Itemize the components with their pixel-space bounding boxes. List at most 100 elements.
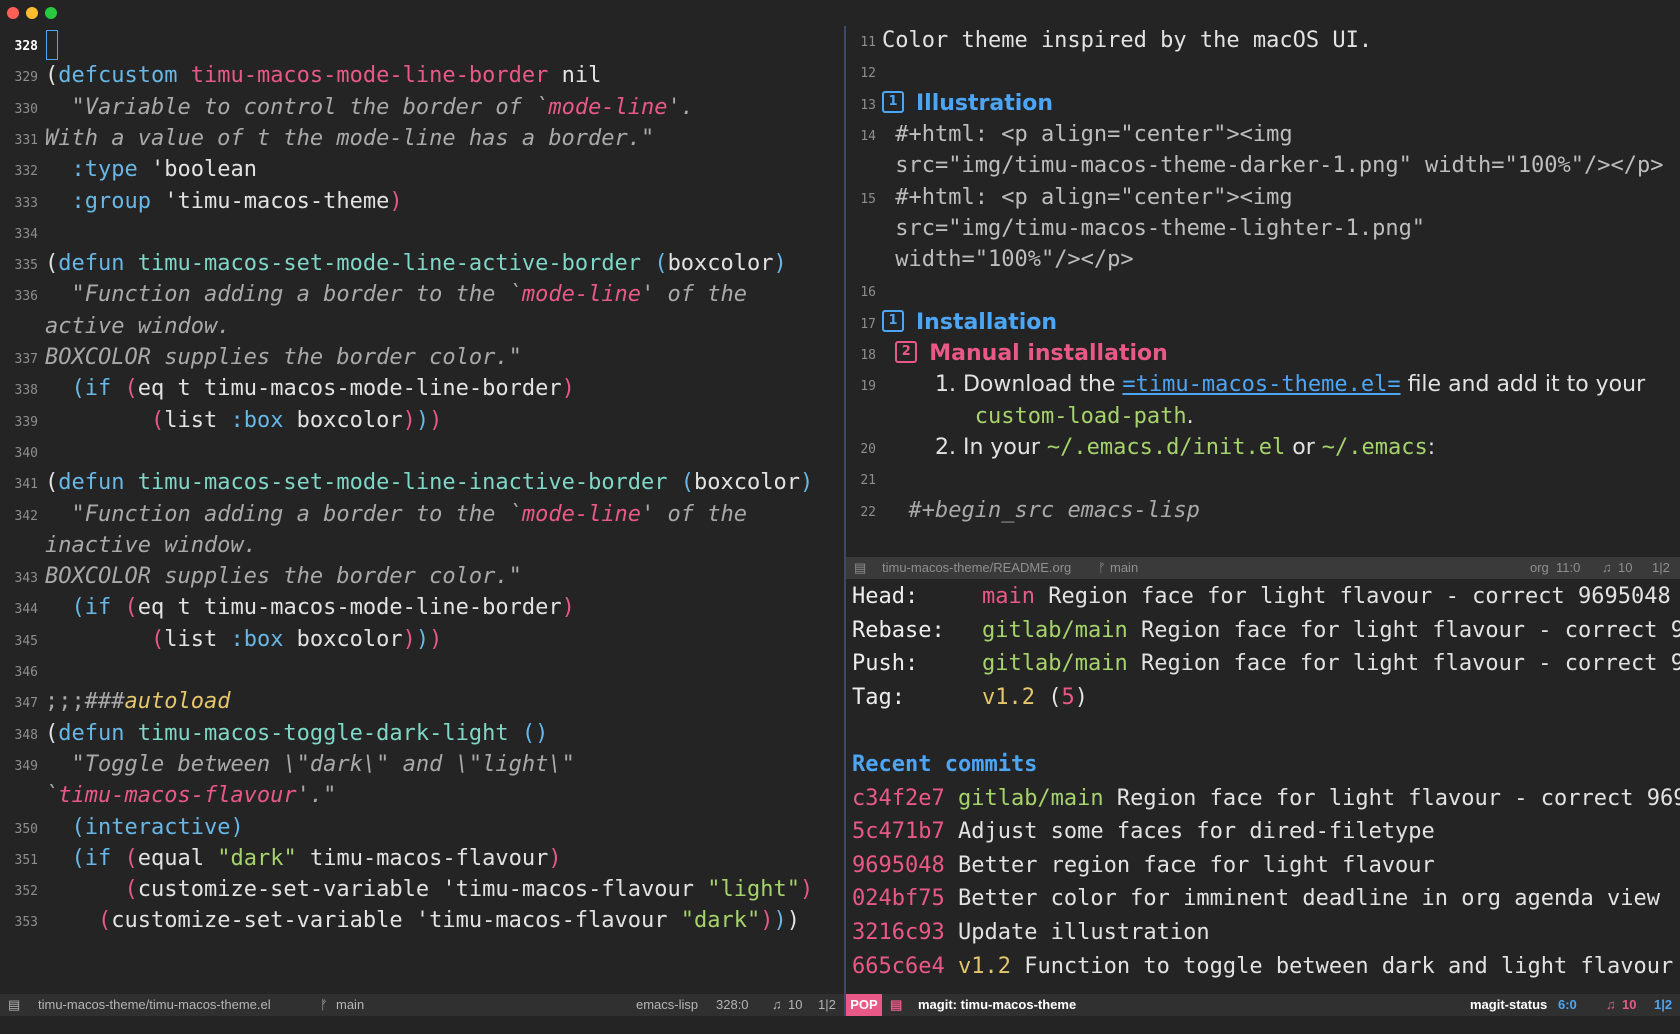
code-line[interactable]: 332 :type 'boolean — [0, 153, 844, 186]
line-number: 331 — [14, 132, 38, 148]
commit-hash[interactable]: 024bf75 — [852, 886, 945, 911]
code-line[interactable]: 350 (interactive) — [0, 811, 844, 844]
code-line[interactable]: 335 (defun timu-macos-set-mode-line-activ… — [0, 247, 844, 280]
zoom-window-icon[interactable] — [45, 7, 57, 19]
magit-header-row[interactable]: Push: gitlab/main Region face for light f… — [852, 647, 1680, 680]
magit-tag[interactable]: v1.2 — [982, 685, 1035, 710]
magit-ref[interactable]: main — [982, 584, 1035, 609]
commit-hash[interactable]: 3216c93 — [852, 920, 945, 945]
close-window-icon[interactable] — [7, 7, 19, 19]
org-modeline-count: 10 — [1618, 560, 1633, 575]
code-line[interactable]: 343 BOXCOLOR supplies the border color." — [0, 560, 844, 593]
magit-message: Region face for light flavour - correct … — [1127, 617, 1680, 643]
org-line[interactable]: 18 2 Manual installation — [846, 337, 1680, 370]
org-editor-pane[interactable]: 11 Color theme inspired by the macOS UI. 1… — [846, 22, 1680, 556]
org-text: custom-load-path. — [974, 403, 1194, 429]
commit-row[interactable]: 5c471b7 Adjust some faces for dired-file… — [852, 815, 1680, 848]
org-text: 2 Manual installation — [882, 337, 1168, 370]
commit-row[interactable]: 9695048 Better region face for light fla… — [852, 849, 1680, 882]
commit-message: Region face for light flavour - correct … — [1103, 785, 1680, 811]
org-line[interactable]: src="img/timu-macos-theme-darker-1.png" … — [846, 149, 1680, 182]
code-line[interactable]: 339 (list :box boxcolor))) — [0, 404, 844, 437]
org-text: 1. Download the =timu-macos-theme.el= fi… — [934, 372, 1646, 398]
minimize-window-icon[interactable] — [26, 7, 38, 19]
code-line[interactable]: 328 — [0, 28, 844, 61]
code-text: (defun timu-macos-toggle-dark-light () — [45, 720, 549, 746]
magit-ref[interactable]: gitlab/main — [982, 651, 1128, 676]
code-line[interactable]: 329 (defcustom timu-macos-mode-line-borde… — [0, 59, 844, 92]
magit-header-row[interactable]: Rebase: gitlab/main Region face for light… — [852, 614, 1680, 647]
code-line[interactable]: 330 "Variable to control the border of `… — [0, 91, 844, 124]
bell-icon: ♫ — [1602, 560, 1612, 575]
org-line[interactable]: 13 1 Illustration — [846, 87, 1680, 120]
code-line[interactable]: 348 (defun timu-macos-toggle-dark-light (… — [0, 717, 844, 750]
org-line[interactable]: custom-load-path. — [846, 400, 1680, 433]
code-line[interactable]: 344 (if (eq t timu-macos-mode-line-borde… — [0, 591, 844, 624]
org-line[interactable]: 22 #+begin_src emacs-lisp — [846, 494, 1680, 527]
code-line[interactable]: 334 — [0, 216, 844, 249]
org-text: Color theme inspired by the macOS UI. — [882, 28, 1373, 53]
magit-tag-row[interactable]: Tag: v1.2 (5) — [852, 681, 1680, 714]
commit-row[interactable]: 3216c93 Update illustration — [852, 916, 1680, 949]
code-line[interactable]: 347 ;;;###autoload — [0, 685, 844, 718]
commit-hash[interactable]: 665c6e4 — [852, 954, 945, 979]
org-line[interactable]: width="100%"/></p> — [846, 243, 1680, 276]
recent-commits-heading[interactable]: Recent commits — [852, 752, 1037, 777]
code-text: (if (equal "dark" timu-macos-flavour) — [71, 845, 562, 871]
magit-header-row[interactable]: Head: main Region face for light flavour … — [852, 580, 1680, 613]
org-text: #+html: <p align="center"><img — [895, 184, 1293, 210]
magit-ref[interactable]: gitlab/main — [982, 618, 1128, 643]
code-line[interactable]: 331 With a value of t the mode-line has a… — [0, 122, 844, 155]
org-line[interactable]: src="img/timu-macos-theme-lighter-1.png" — [846, 212, 1680, 245]
code-line[interactable]: 353 (customize-set-variable 'timu-macos-… — [0, 904, 844, 937]
org-line[interactable]: 14 #+html: <p align="center"><img — [846, 118, 1680, 151]
code-line[interactable]: 345 (list :box boxcolor))) — [0, 623, 844, 656]
line-number: 347 — [14, 696, 38, 712]
org-line[interactable]: 11 Color theme inspired by the macOS UI. — [846, 24, 1680, 57]
code-line[interactable]: 333 :group 'timu-macos-theme) — [0, 185, 844, 218]
code-line[interactable]: 340 — [0, 435, 844, 468]
magit-section-title[interactable]: Recent commits — [852, 748, 1680, 781]
code-text: (customize-set-variable 'timu-macos-flav… — [97, 908, 801, 934]
magit-status-pane[interactable]: Head: main Region face for light flavour … — [846, 580, 1680, 994]
code-line[interactable]: 341 (defun timu-macos-set-mode-line-inact… — [0, 466, 844, 499]
commit-ref[interactable]: v1.2 — [945, 954, 1011, 979]
code-line[interactable]: 342 "Function adding a border to the `mo… — [0, 498, 844, 531]
code-line[interactable]: 336 "Function adding a border to the `mo… — [0, 278, 844, 311]
commit-ref[interactable]: gitlab/main — [945, 786, 1104, 811]
org-line[interactable]: 12 — [846, 55, 1680, 88]
line-number: 17 — [860, 316, 876, 332]
code-line[interactable]: inactive window. — [0, 529, 844, 562]
commit-message: Adjust some faces for dired-filetype — [944, 819, 1435, 845]
org-line[interactable]: 20 2. In your ~/.emacs.d/init.el or ~/.e… — [846, 431, 1680, 464]
code-line[interactable]: 351 (if (equal "dark" timu-macos-flavour… — [0, 842, 844, 875]
org-line[interactable]: 17 1 Installation — [846, 306, 1680, 339]
org-line[interactable]: 15 #+html: <p align="center"><img — [846, 181, 1680, 214]
commit-row[interactable]: 024bf75 Better color for imminent deadli… — [852, 882, 1680, 915]
org-line[interactable]: 19 1. Download the =timu-macos-theme.el=… — [846, 368, 1680, 401]
org-modeline-branch: main — [1110, 560, 1139, 575]
commit-row[interactable]: c34f2e7 gitlab/main Region face for ligh… — [852, 782, 1680, 815]
elisp-editor-pane[interactable]: 328 329 (defcustom timu-macos-mode-line-bo… — [0, 26, 844, 994]
magit-modeline-position: 6:0 — [1558, 997, 1577, 1012]
magit-mode-line: POP ▤ magit: timu-macos-theme magit-stat… — [846, 994, 1680, 1016]
org-text: src="img/timu-macos-theme-darker-1.png" … — [895, 153, 1664, 179]
code-line[interactable]: 338 (if (eq t timu-macos-mode-line-borde… — [0, 372, 844, 405]
code-line[interactable]: 352 (customize-set-variable 'timu-macos-… — [0, 873, 844, 906]
commit-hash[interactable]: c34f2e7 — [852, 786, 945, 811]
org-modeline-mode: org — [1530, 560, 1549, 575]
code-line[interactable]: 349 "Toggle between \"dark\" and \"light… — [0, 748, 844, 781]
code-text: (customize-set-variable 'timu-macos-flav… — [124, 877, 814, 903]
org-modeline-position: 11:0 — [1556, 560, 1581, 575]
code-line[interactable]: 337 BOXCOLOR supplies the border color." — [0, 341, 844, 374]
code-text: (list :box boxcolor))) — [150, 626, 443, 652]
org-line[interactable]: 21 — [846, 462, 1680, 495]
code-line[interactable]: active window. — [0, 310, 844, 343]
paren: ) — [1074, 684, 1088, 710]
code-line[interactable]: `timu-macos-flavour'." — [0, 779, 844, 812]
commit-hash[interactable]: 9695048 — [852, 853, 945, 878]
org-line[interactable]: 16 — [846, 274, 1680, 307]
code-line[interactable]: 346 — [0, 654, 844, 687]
commit-hash[interactable]: 5c471b7 — [852, 819, 945, 844]
commit-row[interactable]: 665c6e4 v1.2 Function to toggle between … — [852, 950, 1680, 983]
